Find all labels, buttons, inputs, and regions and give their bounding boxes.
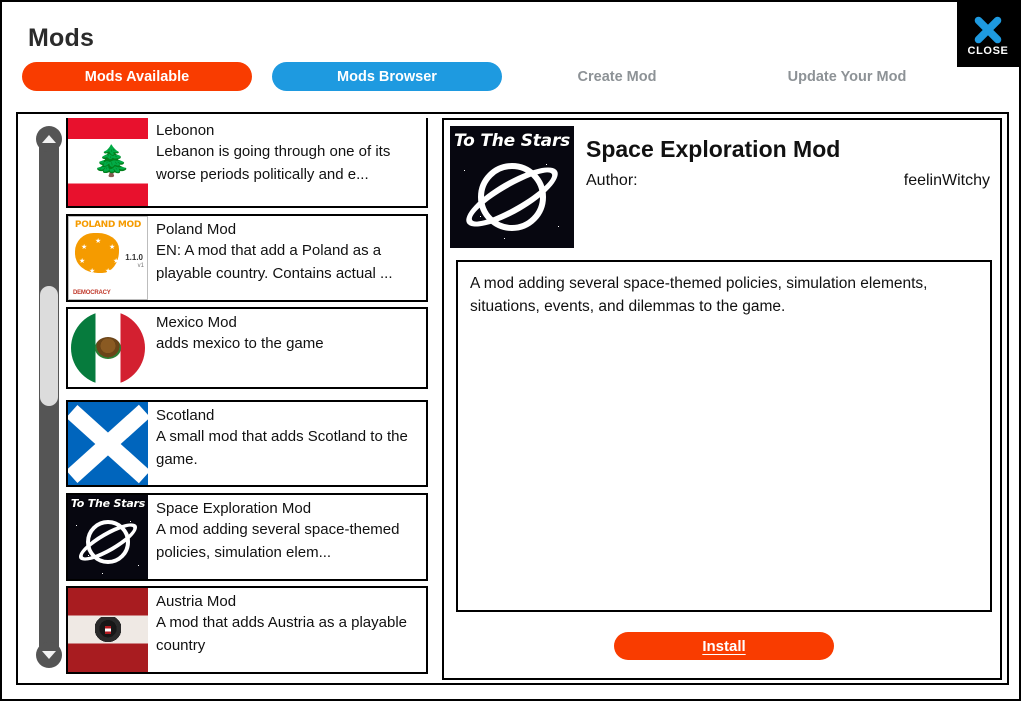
mod-description: adds mexico to the game: [156, 335, 324, 352]
mod-thumbnail-lebanon: 🌲: [68, 118, 148, 206]
list-item[interactable]: POLAND MOD ★ ★ ★ ★ ★ ★ ★ 1.1.0 v1 DEMOCR…: [66, 214, 428, 302]
mod-list-items: 🌲 Lebonon Lebanon is going through one o…: [66, 118, 434, 680]
planet-icon: [86, 520, 130, 565]
close-x-icon: [974, 16, 1002, 43]
poland-cover-version: 1.1.0: [125, 253, 143, 262]
chevron-down-icon: [42, 651, 56, 659]
page-title: Mods: [28, 24, 95, 52]
mod-description: EN: A mod that add a Poland as a playabl…: [156, 242, 393, 282]
poland-cover-footer: DEMOCRACY: [73, 290, 111, 296]
mexico-emblem-icon: [95, 337, 121, 359]
mod-detail-author-value: feelinWitchy: [903, 172, 990, 189]
mods-content-frame: 🌲 Lebonon Lebanon is going through one o…: [16, 112, 1009, 685]
list-item[interactable]: Austria Mod A mod that adds Austria as a…: [66, 586, 428, 674]
mod-name: Mexico Mod: [156, 314, 237, 331]
close-button-label: CLOSE: [967, 44, 1009, 57]
chevron-up-icon: [42, 135, 56, 143]
scrollbar-thumb[interactable]: [40, 286, 58, 406]
list-item[interactable]: Scotland A small mod that adds Scotland …: [66, 400, 428, 487]
scroll-down-button[interactable]: [36, 642, 62, 668]
mod-detail-author-label: Author:: [586, 172, 638, 189]
mod-detail-thumbnail: To The Stars: [450, 126, 574, 248]
tab-mods-browser-label: Mods Browser: [337, 68, 437, 85]
mod-list-scrollbar[interactable]: [36, 124, 62, 670]
mods-window: Mods Mods Available Mods Browser Create …: [0, 0, 1021, 701]
mod-detail-title: Space Exploration Mod: [586, 136, 841, 162]
mod-description: A mod that adds Austria as a playable co…: [156, 614, 407, 654]
mod-name: Space Exploration Mod: [156, 500, 312, 517]
close-button[interactable]: CLOSE: [957, 2, 1019, 67]
mod-detail-panel: To The Stars Space Exploration Mod Autho…: [442, 118, 1002, 680]
mod-name: Poland Mod: [156, 221, 237, 238]
mod-thumbnail-poland: POLAND MOD ★ ★ ★ ★ ★ ★ ★ 1.1.0 v1 DEMOCR…: [68, 216, 148, 300]
tab-update-your-mod[interactable]: Update Your Mod: [732, 62, 962, 91]
mod-thumbnail-mexico: [68, 309, 148, 387]
mod-description: Lebanon is going through one of its wors…: [156, 143, 391, 183]
tab-mods-available[interactable]: Mods Available: [22, 62, 252, 91]
mod-name: Scotland: [156, 407, 215, 424]
list-item[interactable]: 🌲 Lebonon Lebanon is going through one o…: [66, 118, 428, 208]
mod-description: A mod adding several space-themed polici…: [156, 521, 400, 561]
tab-bar: Mods Available Mods Browser Create Mod U…: [22, 62, 1002, 92]
poland-cover-title: POLAND MOD: [74, 220, 142, 230]
tab-create-mod-label: Create Mod: [577, 68, 657, 85]
mod-thumbnail-space: To The Stars: [68, 495, 148, 579]
mod-name: Lebonon: [156, 122, 215, 139]
poland-cover-subtext: v1: [137, 263, 144, 269]
mod-thumbnail-austria: [68, 588, 148, 672]
space-cover-title: To The Stars: [70, 497, 146, 510]
mod-name: Austria Mod: [156, 593, 237, 610]
mod-detail-description: A mod adding several space-themed polici…: [456, 260, 992, 612]
scroll-up-button[interactable]: [36, 126, 62, 152]
mod-detail-header: To The Stars Space Exploration Mod Autho…: [450, 126, 992, 248]
mod-list-panel: 🌲 Lebonon Lebanon is going through one o…: [24, 118, 436, 680]
tab-update-your-mod-label: Update Your Mod: [787, 68, 907, 85]
tab-create-mod[interactable]: Create Mod: [522, 62, 712, 91]
space-cover-title: To The Stars: [453, 131, 571, 151]
install-button[interactable]: Install: [614, 632, 834, 660]
planet-icon: [478, 162, 546, 231]
tab-mods-browser[interactable]: Mods Browser: [272, 62, 502, 91]
list-item[interactable]: To The Stars Space Exploration Mod A mod…: [66, 493, 428, 581]
mod-description: A small mod that adds Scotland to the ga…: [156, 428, 408, 468]
austria-shield-icon: [105, 626, 111, 634]
cedar-tree-icon: 🌲: [93, 144, 131, 178]
list-item[interactable]: Mexico Mod adds mexico to the game: [66, 307, 428, 389]
mod-thumbnail-scotland: [68, 402, 148, 485]
tab-mods-available-label: Mods Available: [84, 68, 190, 85]
